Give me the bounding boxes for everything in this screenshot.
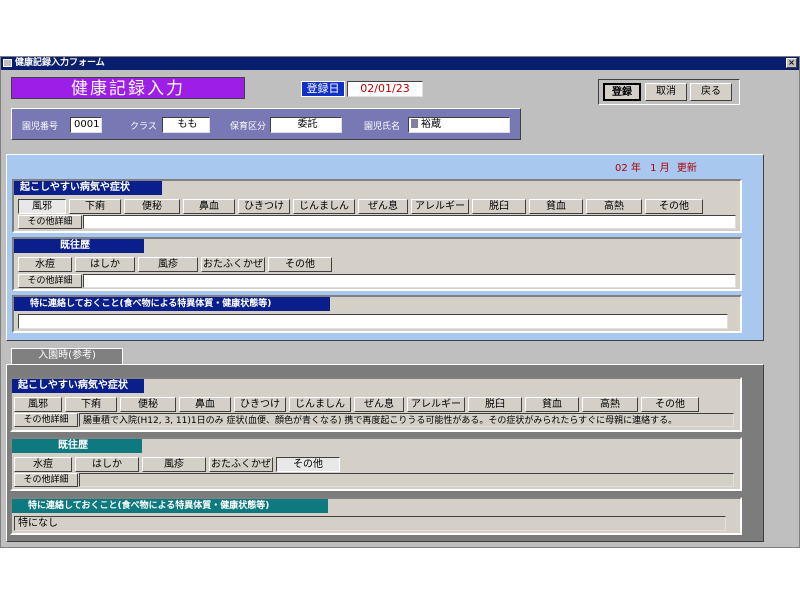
current-symptoms-detail-label: その他詳細 [18,215,82,229]
current-symptom-button-2[interactable]: 便秘 [124,199,180,214]
back-button[interactable]: 戻る [690,83,732,101]
current-symptom-button-3[interactable]: 鼻血 [183,199,235,214]
current-symptom-button-9[interactable]: 貧血 [529,199,583,214]
admission-symptom-button-0[interactable]: 風邪 [14,397,62,412]
admission-symptoms-title: 起こしやすい病気や症状 [12,379,144,393]
care-type-label: 保育区分 [230,122,267,132]
current-history-detail-label: その他詳細 [18,274,82,288]
current-history-detail-field[interactable] [83,274,736,288]
child-name-field[interactable]: 裕蔵 [408,117,510,133]
admission-symptom-button-10[interactable]: 高熱 [582,397,638,412]
current-symptom-button-4[interactable]: ひきつけ [238,199,290,214]
current-symptoms-detail-field[interactable] [83,215,736,229]
admission-history-button-4[interactable]: その他 [276,457,340,472]
admission-symptom-button-1[interactable]: 下痢 [65,397,117,412]
current-symptom-button-8[interactable]: 脱臼 [472,199,526,214]
update-label: 更新 [676,163,697,174]
admission-symptom-button-2[interactable]: 便秘 [120,397,176,412]
current-symptom-button-6[interactable]: ぜん息 [358,199,408,214]
current-history-button-4[interactable]: その他 [268,257,332,272]
current-symptom-button-11[interactable]: その他 [645,199,703,214]
child-id-field[interactable]: 0001 [70,117,102,133]
cancel-button[interactable]: 取消 [645,83,687,101]
admission-symptom-button-5[interactable]: じんましん [289,397,351,412]
update-month: 1 [650,163,657,174]
admission-symptom-button-9[interactable]: 貧血 [525,397,579,412]
admission-history-title: 既往歴 [12,439,142,453]
close-icon[interactable]: × [786,58,797,68]
care-type-field[interactable]: 委託 [270,117,342,133]
health-record-window: 健康記録入力フォーム × 健康記録入力 登録日 02/01/23 登録 取消 戻… [0,56,800,548]
reg-date-field[interactable]: 02/01/23 [347,81,423,97]
reg-date-label: 登録日 [301,81,345,97]
child-name-label: 園児氏名 [364,122,401,132]
admission-symptoms-detail-field[interactable]: 腸重積で入院(H12, 3, 11)1日のみ 症状(血便、顔色が青くなる) 携で… [79,413,734,427]
child-name-value: 裕蔵 [421,119,441,130]
update-year: 02 [615,163,628,174]
current-record-panel: 02 年 1 月 更新 起こしやすい病気や症状 その他詳細 既往歴 その他詳細 … [6,154,764,341]
admission-symptom-button-7[interactable]: アレルギー [407,397,465,412]
current-symptoms-title: 起こしやすい病気や症状 [14,181,162,195]
current-symptom-button-5[interactable]: じんましん [293,199,355,214]
admission-history-button-3[interactable]: おたふくかぜ [209,457,273,472]
register-button[interactable]: 登録 [603,83,641,101]
current-history-title: 既往歴 [14,239,144,253]
admission-notes-field[interactable]: 特になし [14,516,726,531]
admission-history-button-0[interactable]: 水痘 [14,457,72,472]
admission-symptom-button-8[interactable]: 脱臼 [468,397,522,412]
current-history-button-1[interactable]: はしか [75,257,135,272]
window-titlebar: 健康記録入力フォーム × [1,57,799,70]
current-symptom-button-1[interactable]: 下痢 [69,199,121,214]
admission-tab[interactable]: 入園時(参考) [11,348,123,364]
child-id-label: 園児番号 [22,122,59,132]
admission-symptom-button-3[interactable]: 鼻血 [179,397,231,412]
form-body: 健康記録入力 登録日 02/01/23 登録 取消 戻る 園児番号 0001 ク… [1,70,799,547]
admission-symptom-button-11[interactable]: その他 [641,397,699,412]
current-symptom-button-10[interactable]: 高熱 [586,199,642,214]
name-marker-icon [411,119,418,128]
admission-notes-title: 特に連絡しておくこと(食べ物による特異体質・健康状態等) [12,499,328,513]
current-history-button-0[interactable]: 水痘 [18,257,72,272]
admission-history-button-2[interactable]: 風疹 [142,457,206,472]
current-history-button-3[interactable]: おたふくかぜ [201,257,265,272]
page-title: 健康記録入力 [11,77,245,99]
form-icon [3,59,12,67]
update-date: 02 年 1 月 更新 [615,163,697,174]
current-history-button-2[interactable]: 風疹 [138,257,198,272]
admission-symptom-button-4[interactable]: ひきつけ [234,397,286,412]
admission-history-detail-label: その他詳細 [14,473,78,487]
child-info-panel: 園児番号 0001 クラス もも 保育区分 委託 園児氏名 裕蔵 [11,108,521,140]
current-notes-title: 特に連絡しておくこと(食べ物による特異体質・健康状態等) [14,297,330,311]
admission-history-detail-field[interactable] [79,473,734,487]
current-symptom-button-7[interactable]: アレルギー [411,199,469,214]
current-symptom-button-0[interactable]: 風邪 [18,199,66,214]
admission-history-button-1[interactable]: はしか [75,457,139,472]
class-label: クラス [130,122,157,132]
admission-symptoms-detail-label: その他詳細 [14,413,78,427]
window-title: 健康記録入力フォーム [15,58,105,68]
class-field[interactable]: もも [162,117,210,133]
admission-symptom-button-6[interactable]: ぜん息 [354,397,404,412]
current-notes-field[interactable] [18,314,728,329]
admission-panel: 起こしやすい病気や症状 その他詳細 腸重積で入院(H12, 3, 11)1日のみ… [6,364,764,542]
